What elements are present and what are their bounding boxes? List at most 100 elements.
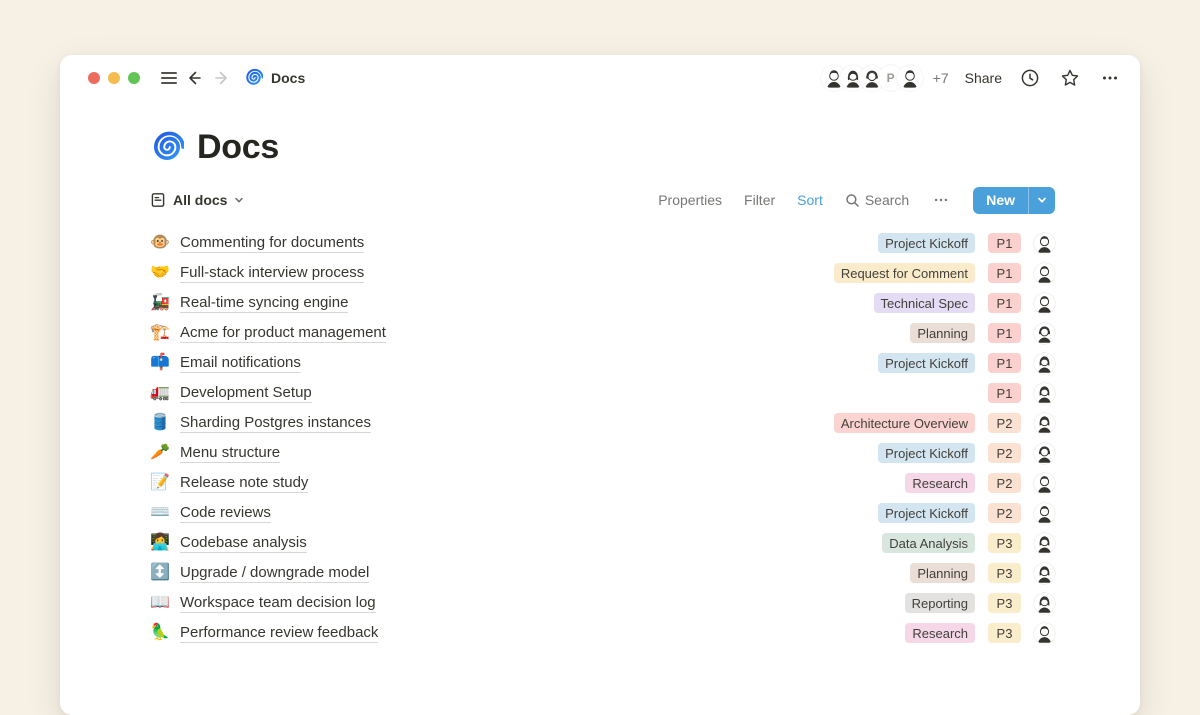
doc-owner-avatar[interactable] [1034, 383, 1055, 404]
doc-owner-avatar[interactable] [1034, 233, 1055, 254]
desktop: { "window": { "tab_title": "Docs", "head… [0, 0, 1200, 630]
doc-row[interactable]: 📖 Workspace team decision log Reporting … [150, 588, 1055, 618]
doc-priority[interactable]: P2 [988, 503, 1021, 523]
doc-tag[interactable]: Data Analysis [882, 533, 975, 553]
doc-tag[interactable]: Project Kickoff [878, 443, 975, 463]
back-button[interactable] [182, 65, 208, 91]
favorite-button[interactable] [1058, 66, 1082, 90]
doc-priority[interactable]: P3 [988, 563, 1021, 583]
doc-priority[interactable]: P2 [988, 413, 1021, 433]
sidebar-toggle-button[interactable] [156, 65, 182, 91]
doc-tag[interactable]: Reporting [905, 593, 975, 613]
arrow-left-icon [186, 69, 204, 87]
doc-owner-avatar[interactable] [1034, 593, 1055, 614]
doc-title[interactable]: Codebase analysis [180, 534, 307, 553]
filter-button[interactable]: Filter [744, 192, 775, 208]
view-switcher[interactable]: All docs [150, 192, 244, 208]
more-options-button[interactable] [1098, 66, 1122, 90]
doc-title[interactable]: Email notifications [180, 354, 301, 373]
doc-title[interactable]: Menu structure [180, 444, 280, 463]
doc-row[interactable]: 🚛 Development Setup P1 [150, 378, 1055, 408]
collaborator-avatar[interactable] [897, 65, 923, 91]
avatar-icon [1034, 353, 1055, 374]
doc-tag[interactable]: Project Kickoff [878, 503, 975, 523]
doc-priority[interactable]: P3 [988, 533, 1021, 553]
new-dropdown-button[interactable] [1029, 187, 1055, 214]
properties-button[interactable]: Properties [658, 192, 722, 208]
doc-priority[interactable]: P2 [988, 443, 1021, 463]
doc-row[interactable]: 🚂 Real-time syncing engine Technical Spe… [150, 288, 1055, 318]
doc-priority[interactable]: P1 [988, 233, 1021, 253]
doc-title[interactable]: Full-stack interview process [180, 264, 364, 283]
doc-tag[interactable]: Project Kickoff [878, 353, 975, 373]
clock-icon [1020, 68, 1040, 88]
search-button[interactable]: Search [845, 192, 909, 208]
doc-tag[interactable]: Planning [910, 323, 975, 343]
doc-title[interactable]: Real-time syncing engine [180, 294, 348, 313]
history-button[interactable] [1018, 66, 1042, 90]
doc-row[interactable]: ⌨️ Code reviews Project Kickoff P2 [150, 498, 1055, 528]
doc-owner-avatar[interactable] [1034, 443, 1055, 464]
doc-row[interactable]: 🛢️ Sharding Postgres instances Architect… [150, 408, 1055, 438]
doc-owner-avatar[interactable] [1034, 623, 1055, 644]
doc-row[interactable]: 🦜 Performance review feedback Research P… [150, 618, 1055, 648]
doc-title[interactable]: Code reviews [180, 504, 271, 523]
doc-title[interactable]: Sharding Postgres instances [180, 414, 371, 433]
doc-owner-avatar[interactable] [1034, 323, 1055, 344]
new-button[interactable]: New [973, 187, 1028, 214]
doc-meta: P1 [988, 383, 1055, 404]
doc-title[interactable]: Release note study [180, 474, 308, 493]
doc-priority[interactable]: P1 [988, 323, 1021, 343]
avatar-icon [1034, 233, 1055, 254]
doc-tag[interactable]: Project Kickoff [878, 233, 975, 253]
sort-button[interactable]: Sort [797, 192, 823, 208]
doc-priority[interactable]: P3 [988, 593, 1021, 613]
doc-priority[interactable]: P1 [988, 293, 1021, 313]
doc-owner-avatar[interactable] [1034, 473, 1055, 494]
doc-title[interactable]: Acme for product management [180, 324, 386, 343]
doc-meta: Project Kickoff P2 [878, 503, 1055, 524]
doc-tag[interactable]: Research [905, 623, 975, 643]
doc-title[interactable]: Development Setup [180, 384, 312, 403]
share-button[interactable]: Share [965, 70, 1002, 86]
minimize-window-button[interactable] [108, 72, 120, 84]
doc-owner-avatar[interactable] [1034, 353, 1055, 374]
doc-tag[interactable]: Architecture Overview [834, 413, 975, 433]
doc-title[interactable]: Performance review feedback [180, 624, 378, 643]
doc-title[interactable]: Workspace team decision log [180, 594, 376, 613]
avatar-icon [1034, 293, 1055, 314]
doc-tag[interactable]: Research [905, 473, 975, 493]
zoom-window-button[interactable] [128, 72, 140, 84]
doc-owner-avatar[interactable] [1034, 533, 1055, 554]
avatar-icon [1034, 593, 1055, 614]
doc-priority[interactable]: P3 [988, 623, 1021, 643]
doc-owner-avatar[interactable] [1034, 263, 1055, 284]
doc-tag[interactable]: Planning [910, 563, 975, 583]
doc-owner-avatar[interactable] [1034, 413, 1055, 434]
doc-row[interactable]: 🤝 Full-stack interview process Request f… [150, 258, 1055, 288]
doc-row[interactable]: 🥕 Menu structure Project Kickoff P2 [150, 438, 1055, 468]
doc-tag[interactable]: Technical Spec [874, 293, 975, 313]
doc-owner-avatar[interactable] [1034, 503, 1055, 524]
doc-meta: Planning P1 [910, 323, 1055, 344]
doc-priority[interactable]: P2 [988, 473, 1021, 493]
forward-button[interactable] [208, 65, 234, 91]
doc-priority[interactable]: P1 [988, 353, 1021, 373]
view-more-button[interactable] [931, 190, 951, 210]
collaborator-avatar-stack[interactable]: P [821, 65, 923, 91]
doc-row[interactable]: 🏗️ Acme for product management Planning … [150, 318, 1055, 348]
doc-tag[interactable]: Request for Comment [834, 263, 975, 283]
doc-row[interactable]: 👩‍💻 Codebase analysis Data Analysis P3 [150, 528, 1055, 558]
doc-owner-avatar[interactable] [1034, 563, 1055, 584]
close-window-button[interactable] [88, 72, 100, 84]
doc-row[interactable]: 📫 Email notifications Project Kickoff P1 [150, 348, 1055, 378]
doc-title[interactable]: Commenting for documents [180, 234, 364, 253]
doc-row[interactable]: 🐵 Commenting for documents Project Kicko… [150, 228, 1055, 258]
doc-owner-avatar[interactable] [1034, 293, 1055, 314]
doc-priority[interactable]: P1 [988, 383, 1021, 403]
doc-row[interactable]: ↕️ Upgrade / downgrade model Planning P3 [150, 558, 1055, 588]
doc-priority[interactable]: P1 [988, 263, 1021, 283]
current-page-tab[interactable]: Docs [244, 68, 305, 87]
doc-row[interactable]: 📝 Release note study Research P2 [150, 468, 1055, 498]
doc-title[interactable]: Upgrade / downgrade model [180, 564, 369, 583]
